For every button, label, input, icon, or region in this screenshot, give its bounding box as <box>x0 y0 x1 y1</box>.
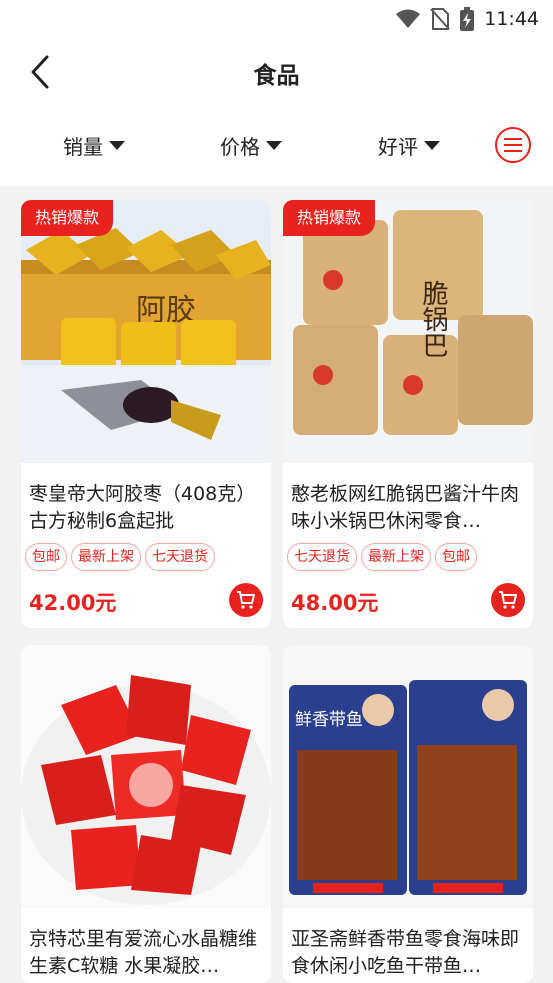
filter-label: 价格 <box>220 134 260 159</box>
cart-icon <box>499 591 517 609</box>
product-price: 42.00元 <box>29 591 117 615</box>
tag-free-shipping: 包邮 <box>25 543 67 571</box>
add-to-cart-button[interactable] <box>229 583 263 617</box>
product-tags: 包邮 最新上架 七天退货 <box>21 535 271 571</box>
tag-new-arrival: 最新上架 <box>361 543 431 571</box>
product-photo: 脆锅巴 <box>293 210 533 435</box>
product-image: 鲜香带鱼 <box>283 645 533 908</box>
product-title: 憨老板网红脆锅巴酱汁牛肉味小米锅巴休闲零食… <box>291 483 520 532</box>
product-tags: 七天退货 最新上架 包邮 <box>283 535 533 571</box>
cart-icon <box>237 591 255 609</box>
filter-label: 好评 <box>378 134 418 159</box>
tag-new-arrival: 最新上架 <box>71 543 141 571</box>
app-header: 食品 <box>0 40 553 104</box>
product-title: 京特芯里有爱流心水晶糖维生素C软糖 水果凝胶… <box>29 928 258 977</box>
filter-bar: 销量 价格 好评 <box>0 104 553 186</box>
hot-sale-badge: 热销爆款 <box>21 200 114 236</box>
caret-down-icon <box>424 140 440 150</box>
menu-icon-line <box>504 144 522 146</box>
product-image: 脆锅巴 热销爆款 <box>283 200 533 463</box>
add-to-cart-button[interactable] <box>491 583 525 617</box>
menu-icon-line <box>504 138 522 140</box>
product-photo-text: 脆锅巴 <box>418 280 448 358</box>
product-price: 48.00元 <box>291 591 379 615</box>
battery-charging-icon <box>460 7 475 31</box>
tag-seven-day-return: 七天退货 <box>287 543 357 571</box>
status-icons: 11:44 <box>396 6 539 32</box>
product-photo: 鲜香带鱼 <box>289 680 527 895</box>
product-image <box>21 645 271 908</box>
hot-sale-badge: 热销爆款 <box>283 200 376 236</box>
wifi-icon <box>396 9 421 28</box>
product-title: 亚圣斋鲜香带鱼零食海味即食休闲小吃鱼干带鱼… <box>291 928 520 977</box>
product-photo-text: 鲜香带鱼 <box>295 710 363 730</box>
price-row: 48.00元 <box>283 571 533 628</box>
filter-rating[interactable]: 好评 <box>378 130 440 160</box>
menu-button[interactable] <box>495 127 531 163</box>
filter-price[interactable]: 价格 <box>220 130 282 160</box>
menu-icon-line <box>504 150 522 152</box>
no-sim-icon <box>430 8 450 30</box>
status-bar: 11:44 <box>0 0 553 40</box>
caret-down-icon <box>109 140 125 150</box>
product-card[interactable]: 脆锅巴 热销爆款 憨老板网红脆锅巴酱汁牛肉味小米锅巴休闲零食… 七天退货 最新上… <box>283 200 533 628</box>
caret-down-icon <box>266 140 282 150</box>
page-title: 食品 <box>253 63 300 89</box>
product-card[interactable]: 京特芯里有爱流心水晶糖维生素C软糖 水果凝胶… <box>21 645 271 983</box>
price-row: 42.00元 <box>21 571 271 628</box>
product-image: 阿胶 热销爆款 <box>21 200 271 463</box>
tag-free-shipping: 包邮 <box>435 543 477 571</box>
status-time: 11:44 <box>484 8 539 30</box>
product-title: 枣皇帝大阿胶枣（408克）古方秘制6盒起批 <box>29 483 256 532</box>
product-card[interactable]: 阿胶 热销爆款 枣皇帝大阿胶枣（408克）古方秘制6盒起批 包邮 最新上架 七天… <box>21 200 271 628</box>
product-photo <box>21 675 271 905</box>
product-card[interactable]: 鲜香带鱼 亚圣斋鲜香带鱼零食海味即食休闲小吃鱼干带鱼… <box>283 645 533 983</box>
filter-sales[interactable]: 销量 <box>63 130 125 160</box>
product-photo: 阿胶 <box>21 228 271 463</box>
tag-seven-day-return: 七天退货 <box>145 543 215 571</box>
filter-label: 销量 <box>63 134 103 159</box>
